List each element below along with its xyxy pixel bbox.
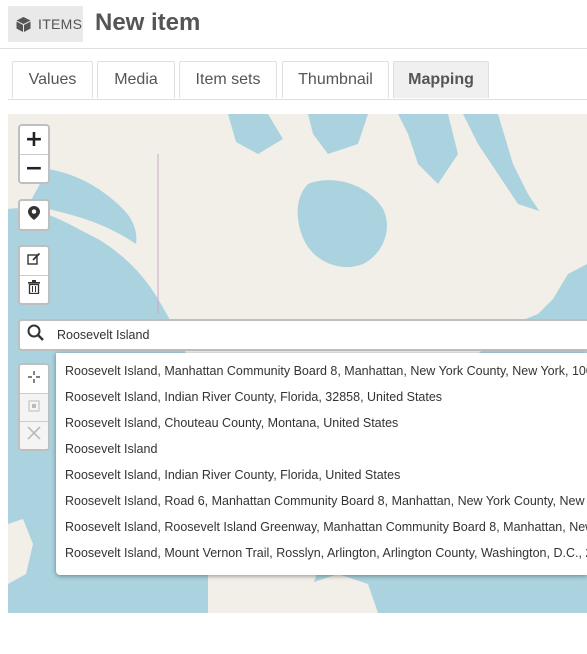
search-input[interactable]	[53, 324, 581, 346]
page-footer-space	[0, 613, 587, 654]
square-icon	[28, 399, 40, 417]
draw-control	[18, 245, 50, 305]
result-item[interactable]: Roosevelt Island, Indian River County, F…	[56, 462, 587, 488]
zoom-in-label: +	[24, 127, 44, 152]
page-header: ITEMS New item	[0, 0, 587, 49]
items-badge-label: ITEMS	[38, 16, 83, 32]
result-item[interactable]: Roosevelt Island	[56, 436, 587, 462]
result-item[interactable]: Roosevelt Island, Manhattan Community Bo…	[56, 358, 587, 384]
locate-control	[18, 199, 50, 231]
result-item[interactable]: Roosevelt Island, Indian River County, F…	[56, 384, 587, 410]
map-canvas[interactable]: + − Roosevelt Island Roosevelt Island, M…	[8, 114, 587, 613]
fit-control	[18, 363, 50, 451]
clear-button[interactable]	[20, 421, 48, 449]
result-item[interactable]: Roosevelt Island, Chouteau County, Monta…	[56, 410, 587, 436]
cube-icon	[15, 16, 32, 33]
result-item[interactable]: Roosevelt Island, Roosevelt Island Green…	[56, 514, 587, 540]
edit-icon	[27, 252, 41, 271]
map-marker-icon	[28, 205, 40, 225]
zoom-control: + −	[18, 124, 50, 184]
tab-values[interactable]: Values	[12, 61, 93, 98]
crosshair-icon	[28, 370, 40, 388]
section-tabs: Values Media Item sets Thumbnail Mapping	[8, 61, 587, 100]
zoom-out-label: −	[24, 155, 44, 181]
center-map-button[interactable]	[20, 365, 48, 393]
tab-thumbnail[interactable]: Thumbnail	[282, 61, 389, 98]
page-title: New item	[95, 9, 201, 36]
search-button[interactable]	[20, 321, 50, 349]
tab-item-sets[interactable]: Item sets	[179, 61, 277, 98]
locate-button[interactable]	[20, 201, 48, 229]
zoom-out-button[interactable]: −	[20, 154, 48, 182]
trash-icon	[28, 280, 40, 299]
result-item[interactable]: Roosevelt Island, Mount Vernon Trail, Ro…	[56, 540, 587, 566]
search-icon	[27, 324, 44, 346]
zoom-in-button[interactable]: +	[20, 126, 48, 154]
geocoder-results: Roosevelt Island, Manhattan Community Bo…	[56, 353, 587, 575]
tab-mapping[interactable]: Mapping	[393, 61, 489, 98]
fit-bounds-button[interactable]	[20, 393, 48, 421]
delete-layers-button[interactable]	[20, 275, 48, 303]
edit-layers-button[interactable]	[20, 247, 48, 275]
tab-media[interactable]: Media	[97, 61, 175, 98]
close-icon	[27, 426, 41, 445]
result-item[interactable]: Roosevelt Island, Road 6, Manhattan Comm…	[56, 488, 587, 514]
geocoder-search	[18, 319, 587, 351]
items-breadcrumb-badge[interactable]: ITEMS	[8, 6, 83, 42]
